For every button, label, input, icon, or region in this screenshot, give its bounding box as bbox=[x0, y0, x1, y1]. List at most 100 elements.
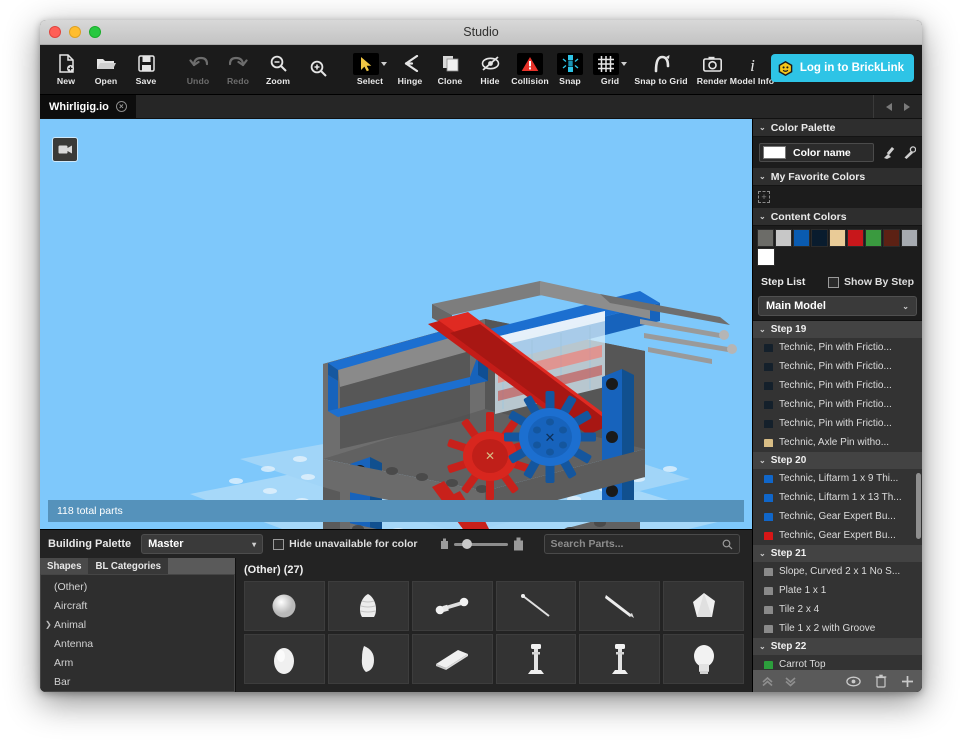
tab-bl-categories[interactable]: BL Categories bbox=[88, 558, 168, 574]
toolbar-button-snap-to-grid[interactable]: Snap to Grid bbox=[630, 47, 692, 93]
chevron-down-icon[interactable]: ⌄ bbox=[759, 642, 766, 651]
color-swatch[interactable] bbox=[865, 229, 882, 247]
step-part-row[interactable]: Plate 1 x 1 bbox=[753, 581, 922, 600]
toolbar-button-clone[interactable]: Clone bbox=[430, 47, 470, 93]
eyedropper-icon[interactable] bbox=[903, 145, 916, 160]
bricklink-login-button[interactable]: Log in to BrickLink bbox=[770, 54, 914, 82]
part-thumbnail-tooth-claw[interactable] bbox=[327, 634, 409, 684]
toolbar-button-redo[interactable]: Redo bbox=[218, 47, 258, 93]
part-thumbnail-bulb-dome[interactable] bbox=[663, 634, 744, 684]
category-item-animal[interactable]: ❯ Animal bbox=[41, 615, 234, 634]
toolbar-button-render[interactable]: Render bbox=[692, 47, 732, 93]
tab-shapes[interactable]: Shapes bbox=[40, 558, 89, 574]
slider-knob[interactable] bbox=[461, 539, 472, 549]
toolbar-button-model-info[interactable]: i Model Info bbox=[730, 47, 774, 93]
part-thumbnail-wedge-ingot[interactable] bbox=[411, 634, 493, 684]
expand-all-icon[interactable] bbox=[784, 675, 797, 688]
chevron-right-icon[interactable]: ❯ bbox=[45, 620, 52, 629]
step-part-row[interactable]: Technic, Pin with Frictio... bbox=[753, 338, 922, 357]
step-part-row[interactable]: Technic, Pin with Frictio... bbox=[753, 414, 922, 433]
color-swatch[interactable] bbox=[901, 229, 918, 247]
step-part-row[interactable]: Carrot Top bbox=[753, 655, 922, 670]
collapse-all-icon[interactable] bbox=[761, 675, 774, 688]
part-thumbnail-bone-dumbbell[interactable] bbox=[411, 581, 493, 631]
step-header-step-22[interactable]: ⌄ Step 22 bbox=[753, 638, 922, 655]
palette-preset-select[interactable]: Master ▾ bbox=[141, 534, 264, 554]
color-palette-header[interactable]: ⌄ Color Palette bbox=[753, 119, 922, 137]
part-thumbnail-shell-spiral[interactable] bbox=[327, 581, 409, 631]
part-thumbnail-sword-blade[interactable] bbox=[579, 581, 661, 631]
step-part-row[interactable]: Technic, Pin with Frictio... bbox=[753, 376, 922, 395]
step-part-row[interactable]: Technic, Liftarm 1 x 13 Th... bbox=[753, 488, 922, 507]
step-part-row[interactable]: Technic, Liftarm 1 x 9 Thi... bbox=[753, 469, 922, 488]
toolbar-button-open[interactable]: Open bbox=[86, 47, 126, 93]
toolbar-button-hide[interactable]: Hide bbox=[470, 47, 510, 93]
color-swatch[interactable] bbox=[829, 229, 846, 247]
category-item-aircraft[interactable]: Aircraft bbox=[41, 596, 234, 615]
content-colors-header[interactable]: ⌄ Content Colors bbox=[753, 208, 922, 226]
chevron-down-icon[interactable]: ⌄ bbox=[759, 456, 766, 465]
part-thumbnail-crystal-rock[interactable] bbox=[663, 581, 744, 631]
camera-view-button[interactable] bbox=[52, 137, 78, 162]
category-item-antenna[interactable]: Antenna bbox=[41, 634, 234, 653]
toolbar-button-collision[interactable]: Collision bbox=[510, 47, 550, 93]
thumbnail-size-slider[interactable] bbox=[440, 537, 524, 551]
document-tab[interactable]: Whirligig.io × bbox=[40, 95, 136, 118]
toolbar-button-zoom[interactable]: Zoom bbox=[258, 47, 298, 93]
slider-track[interactable] bbox=[453, 539, 508, 549]
toolbar-button-grid[interactable]: Grid bbox=[590, 47, 630, 93]
step-list-body[interactable]: ⌄ Step 19 Technic, Pin with Frictio... Tech… bbox=[753, 320, 922, 670]
color-name-field[interactable]: Color name bbox=[759, 143, 874, 162]
step-part-row[interactable]: Technic, Gear Expert Bu... bbox=[753, 507, 922, 526]
color-swatch[interactable] bbox=[775, 229, 792, 247]
color-swatch[interactable] bbox=[811, 229, 828, 247]
chevron-down-icon[interactable]: ⌄ bbox=[759, 325, 766, 334]
step-part-row[interactable]: Slope, Curved 2 x 1 No S... bbox=[753, 562, 922, 581]
chevron-down-icon[interactable] bbox=[381, 61, 387, 66]
color-swatch[interactable] bbox=[757, 229, 774, 247]
step-list-scrollbar[interactable] bbox=[916, 473, 921, 539]
next-tab-icon[interactable] bbox=[904, 102, 910, 111]
part-thumbnail-needle-thin[interactable] bbox=[495, 581, 577, 631]
delete-trash-icon[interactable] bbox=[875, 674, 887, 688]
add-favorite-color-button[interactable]: + bbox=[758, 191, 770, 203]
step-part-row[interactable]: Technic, Axle Pin witho... bbox=[753, 433, 922, 452]
model-viewport[interactable]: ✕ ✕ 118 total parts bbox=[40, 119, 752, 529]
visibility-eye-icon[interactable] bbox=[846, 676, 861, 687]
hide-unavailable-checkbox[interactable]: Hide unavailable for color bbox=[273, 538, 418, 550]
color-swatch[interactable] bbox=[847, 229, 864, 247]
toolbar-button-select[interactable]: Select bbox=[350, 47, 390, 93]
chevron-down-icon[interactable] bbox=[621, 61, 627, 66]
paint-brush-icon[interactable] bbox=[882, 146, 895, 160]
part-thumbnail-post-lamp-2[interactable] bbox=[579, 634, 661, 684]
step-part-row[interactable]: Technic, Pin with Frictio... bbox=[753, 357, 922, 376]
toolbar-button-save[interactable]: Save bbox=[126, 47, 166, 93]
category-item-other[interactable]: (Other) bbox=[41, 577, 234, 596]
part-thumbnail-ball-round[interactable] bbox=[244, 581, 325, 631]
step-part-row[interactable]: Tile 2 x 4 bbox=[753, 600, 922, 619]
close-tab-icon[interactable]: × bbox=[115, 101, 127, 112]
part-thumbnail-post-lamp[interactable] bbox=[495, 634, 577, 684]
category-item-bar[interactable]: Bar bbox=[41, 672, 234, 691]
step-header-step-19[interactable]: ⌄ Step 19 bbox=[753, 321, 922, 338]
show-by-step-checkbox[interactable]: Show By Step bbox=[827, 276, 914, 288]
toolbar-button-zoom-in[interactable] bbox=[298, 47, 338, 93]
color-swatch[interactable] bbox=[793, 229, 810, 247]
favorite-colors-header[interactable]: ⌄ My Favorite Colors bbox=[753, 168, 922, 186]
search-parts-input[interactable]: Search Parts... bbox=[543, 534, 740, 554]
step-part-row[interactable]: Technic, Pin with Frictio... bbox=[753, 395, 922, 414]
category-item-arm[interactable]: Arm bbox=[41, 653, 234, 672]
chevron-down-icon[interactable]: ⌄ bbox=[759, 549, 766, 558]
toolbar-button-undo[interactable]: Undo bbox=[178, 47, 218, 93]
toolbar-button-snap[interactable]: Snap bbox=[550, 47, 590, 93]
color-swatch[interactable] bbox=[883, 229, 900, 247]
model-select[interactable]: Main Model ⌄ bbox=[758, 296, 917, 316]
toolbar-button-hinge[interactable]: Hinge bbox=[390, 47, 430, 93]
step-header-step-20[interactable]: ⌄ Step 20 bbox=[753, 452, 922, 469]
part-thumbnail-egg-oval[interactable] bbox=[244, 634, 325, 684]
previous-tab-icon[interactable] bbox=[886, 102, 892, 111]
toolbar-button-new[interactable]: New bbox=[46, 47, 86, 93]
step-header-step-21[interactable]: ⌄ Step 21 bbox=[753, 545, 922, 562]
step-part-row[interactable]: Technic, Gear Expert Bu... bbox=[753, 526, 922, 545]
color-swatch[interactable] bbox=[757, 248, 775, 266]
